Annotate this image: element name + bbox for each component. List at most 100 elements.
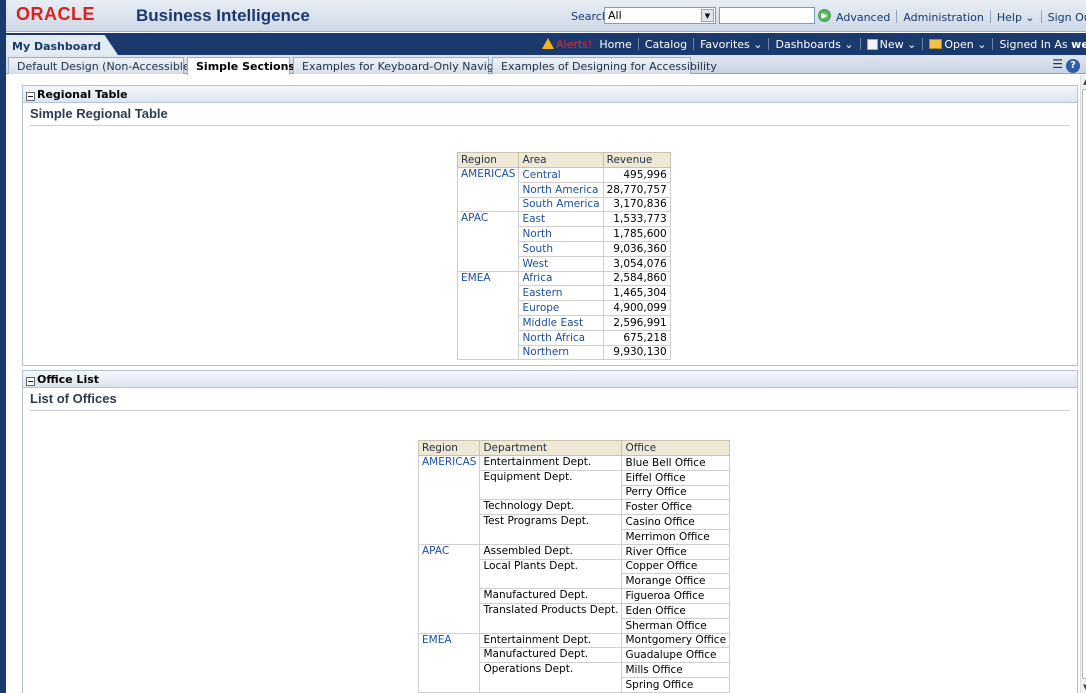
- alerts-link[interactable]: Alerts!: [556, 38, 592, 51]
- global-header: ORACLE Business Intelligence Search All ▼…: [6, 0, 1086, 32]
- tab-simple-sections[interactable]: Simple Sections: [187, 57, 295, 75]
- office-cell: Eiffel Office: [621, 469, 731, 486]
- area-cell[interactable]: North Africa: [518, 329, 604, 346]
- favorites-menu[interactable]: Favorites ⌄: [700, 38, 762, 51]
- search-go-icon[interactable]: ▶: [818, 9, 831, 22]
- section-header[interactable]: − Office List: [23, 371, 1077, 388]
- tab-default-design[interactable]: Default Design (Non-Accessible): [8, 57, 194, 74]
- new-label: New: [879, 38, 904, 51]
- office-cell: Spring Office: [621, 676, 731, 693]
- area-cell[interactable]: Africa: [518, 270, 604, 287]
- office-cell: Guadalupe Office: [621, 647, 731, 664]
- revenue-cell: 9,036,360: [602, 240, 671, 257]
- dashboards-menu[interactable]: Dashboards ⌄: [775, 38, 853, 51]
- region-cell[interactable]: APAC: [417, 543, 481, 634]
- favorites-label: Favorites: [700, 38, 750, 51]
- folder-icon: [929, 39, 943, 49]
- region-cell[interactable]: EMEA: [417, 632, 481, 693]
- section-title: Simple Regional Table: [30, 106, 1070, 126]
- area-cell[interactable]: South America: [518, 196, 604, 213]
- page-options-icon[interactable]: ☰: [1052, 57, 1063, 71]
- revenue-cell: 9,930,130: [602, 344, 671, 361]
- column-header[interactable]: Area: [518, 152, 604, 168]
- chevron-down-icon: ⌄: [844, 38, 854, 51]
- office-cell: Perry Office: [621, 484, 731, 501]
- office-cell: River Office: [621, 543, 731, 560]
- divider: [768, 38, 770, 50]
- advanced-link[interactable]: Advanced: [836, 11, 890, 24]
- tab-designing-accessibility[interactable]: Examples of Designing for Accessibility: [492, 57, 717, 74]
- office-cell: Morange Office: [621, 573, 731, 590]
- app-title: Business Intelligence: [136, 6, 310, 25]
- office-cell: Merrimon Office: [621, 528, 731, 545]
- scrollbar-thumb[interactable]: [1082, 89, 1086, 679]
- new-menu[interactable]: New ⌄: [866, 38, 916, 51]
- collapse-icon[interactable]: −: [26, 377, 35, 386]
- search-input[interactable]: [719, 7, 815, 24]
- help-icon[interactable]: ?: [1066, 59, 1080, 73]
- area-cell[interactable]: Eastern: [518, 285, 604, 302]
- dashboard-bar: My Dashboard Alerts! Home Catalog Favorite…: [6, 33, 1086, 55]
- sign-out-link[interactable]: Sign Out: [1048, 11, 1086, 24]
- signed-in-label: Signed In As: [999, 38, 1068, 51]
- help-menu[interactable]: Help ⌄: [997, 11, 1035, 24]
- table-row: EMEA Africa 2,584,860: [456, 270, 671, 361]
- area-cell[interactable]: Central: [518, 167, 604, 183]
- area-cell[interactable]: Northern: [518, 344, 604, 361]
- chevron-down-icon: ⌄: [1025, 11, 1035, 24]
- revenue-cell: 2,596,991: [602, 314, 671, 331]
- department-cell: Translated Products Dept.: [479, 602, 623, 634]
- divider: [896, 10, 898, 23]
- administration-link[interactable]: Administration: [903, 11, 984, 24]
- dashboard-title-tab[interactable]: My Dashboard: [6, 35, 118, 55]
- area-cell[interactable]: North America: [518, 181, 604, 198]
- department-cell: Manufactured Dept.: [479, 647, 623, 664]
- office-cell: Copper Office: [621, 558, 731, 575]
- region-cell[interactable]: APAC: [456, 211, 520, 272]
- user-menu[interactable]: weblogic: [1071, 38, 1086, 51]
- table-row: AMERICAS Central 495,996: [456, 166, 671, 213]
- revenue-cell: 1,533,773: [602, 211, 671, 228]
- office-cell: Eden Office: [621, 602, 731, 619]
- region-cell[interactable]: EMEA: [456, 270, 520, 361]
- column-header[interactable]: Revenue: [602, 152, 671, 168]
- open-menu[interactable]: Open ⌄: [929, 38, 986, 51]
- column-header[interactable]: Region: [417, 440, 481, 456]
- chevron-down-icon[interactable]: ▼: [701, 9, 714, 22]
- department-cell: Local Plants Dept.: [479, 558, 623, 590]
- area-cell[interactable]: North: [518, 226, 604, 242]
- divider: [637, 38, 639, 50]
- tab-keyboard-navigation[interactable]: Examples for Keyboard-Only Navigation: [293, 57, 522, 74]
- column-header[interactable]: Office: [621, 440, 731, 456]
- area-cell[interactable]: Middle East: [518, 314, 604, 331]
- department-cell: Entertainment Dept.: [479, 632, 623, 649]
- area-cell[interactable]: West: [518, 255, 604, 272]
- area-cell[interactable]: East: [518, 211, 604, 228]
- revenue-cell: 495,996: [602, 167, 671, 183]
- regional-pivot-table: Region Area Revenue AMERICAS Central 495,996 N…: [456, 152, 671, 361]
- section-header[interactable]: − Regional Table: [23, 86, 1077, 103]
- area-cell[interactable]: South: [518, 240, 604, 257]
- revenue-cell: 2,584,860: [602, 270, 671, 287]
- region-cell[interactable]: AMERICAS: [417, 455, 481, 545]
- alert-icon[interactable]: [542, 38, 554, 49]
- search-scope-value: All: [608, 9, 622, 22]
- table-header-row: Region Area Revenue: [456, 152, 671, 168]
- divider: [859, 38, 861, 50]
- collapse-icon[interactable]: −: [26, 92, 35, 101]
- revenue-cell: 1,785,600: [602, 226, 671, 242]
- region-cell[interactable]: AMERICAS: [456, 166, 520, 213]
- catalog-link[interactable]: Catalog: [645, 38, 687, 51]
- vertical-scrollbar[interactable]: ▲ ▼: [1080, 75, 1086, 693]
- office-cell: Mills Office: [621, 662, 731, 678]
- home-link[interactable]: Home: [599, 38, 631, 51]
- column-header[interactable]: Department: [479, 440, 623, 456]
- revenue-cell: 1,465,304: [602, 285, 671, 302]
- office-cell: Montgomery Office: [621, 632, 731, 649]
- column-header[interactable]: Region: [456, 152, 520, 168]
- search-scope-select[interactable]: All ▼: [604, 7, 716, 24]
- office-cell: Blue Bell Office: [621, 455, 731, 471]
- area-cell[interactable]: Europe: [518, 300, 604, 316]
- divider: [989, 10, 991, 23]
- office-cell: Casino Office: [621, 514, 731, 530]
